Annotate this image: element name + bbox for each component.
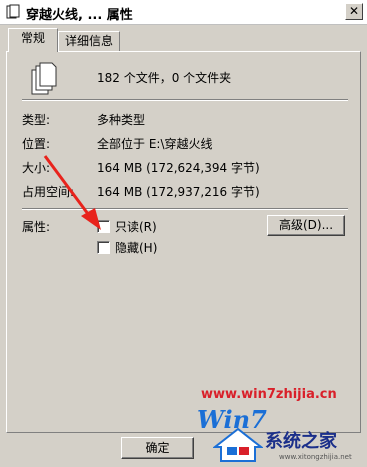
type-label: 类型: — [22, 113, 51, 127]
general-panel: 182 个文件，0 个文件夹 类型: 多种类型 位置: 全部位于 E:\穿越火线… — [6, 51, 361, 433]
multiple-files-icon — [31, 62, 57, 95]
advanced-button[interactable]: 高级(D)... — [267, 215, 345, 236]
tab-details-label: 详细信息 — [64, 34, 113, 48]
folder-icon — [6, 4, 20, 19]
location-label: 位置: — [22, 137, 51, 151]
tab-general[interactable]: 常规 — [8, 28, 58, 52]
readonly-label[interactable]: 只读(R) — [115, 218, 157, 235]
hidden-label[interactable]: 隐藏(H) — [115, 239, 157, 256]
location-value: 全部位于 E:\穿越火线 — [97, 137, 213, 151]
watermark-small-url: www.xitongzhijia.net — [279, 453, 352, 461]
ok-button[interactable]: 确定 — [121, 437, 194, 459]
ok-button-label: 确定 — [145, 441, 170, 455]
site-watermark: www.win7zhijia.cn Win7 系统之家 www.xitongzh… — [193, 387, 367, 467]
watermark-site-text: www.win7zhijia.cn — [201, 387, 337, 402]
close-icon: ✕ — [348, 4, 360, 18]
red-arrow-annotation — [43, 155, 101, 230]
window-title: 穿越火线, ... 属性 — [26, 8, 133, 23]
house-logo-icon — [213, 427, 263, 462]
size-on-disk-value: 164 MB (172,937,216 字节) — [97, 185, 260, 199]
hidden-checkbox[interactable] — [97, 241, 110, 254]
file-count-text: 182 个文件，0 个文件夹 — [97, 71, 232, 85]
type-value: 多种类型 — [97, 113, 146, 127]
tab-general-label: 常规 — [20, 31, 45, 45]
advanced-button-label: 高级(D)... — [278, 218, 334, 232]
watermark-brand-text: 系统之家 — [265, 431, 337, 452]
separator — [22, 99, 348, 101]
close-button[interactable]: ✕ — [345, 3, 363, 20]
tab-details[interactable]: 详细信息 — [58, 31, 120, 51]
size-value: 164 MB (172,624,394 字节) — [97, 161, 260, 175]
title-bar[interactable]: 穿越火线, ... 属性 ✕ — [0, 0, 367, 25]
